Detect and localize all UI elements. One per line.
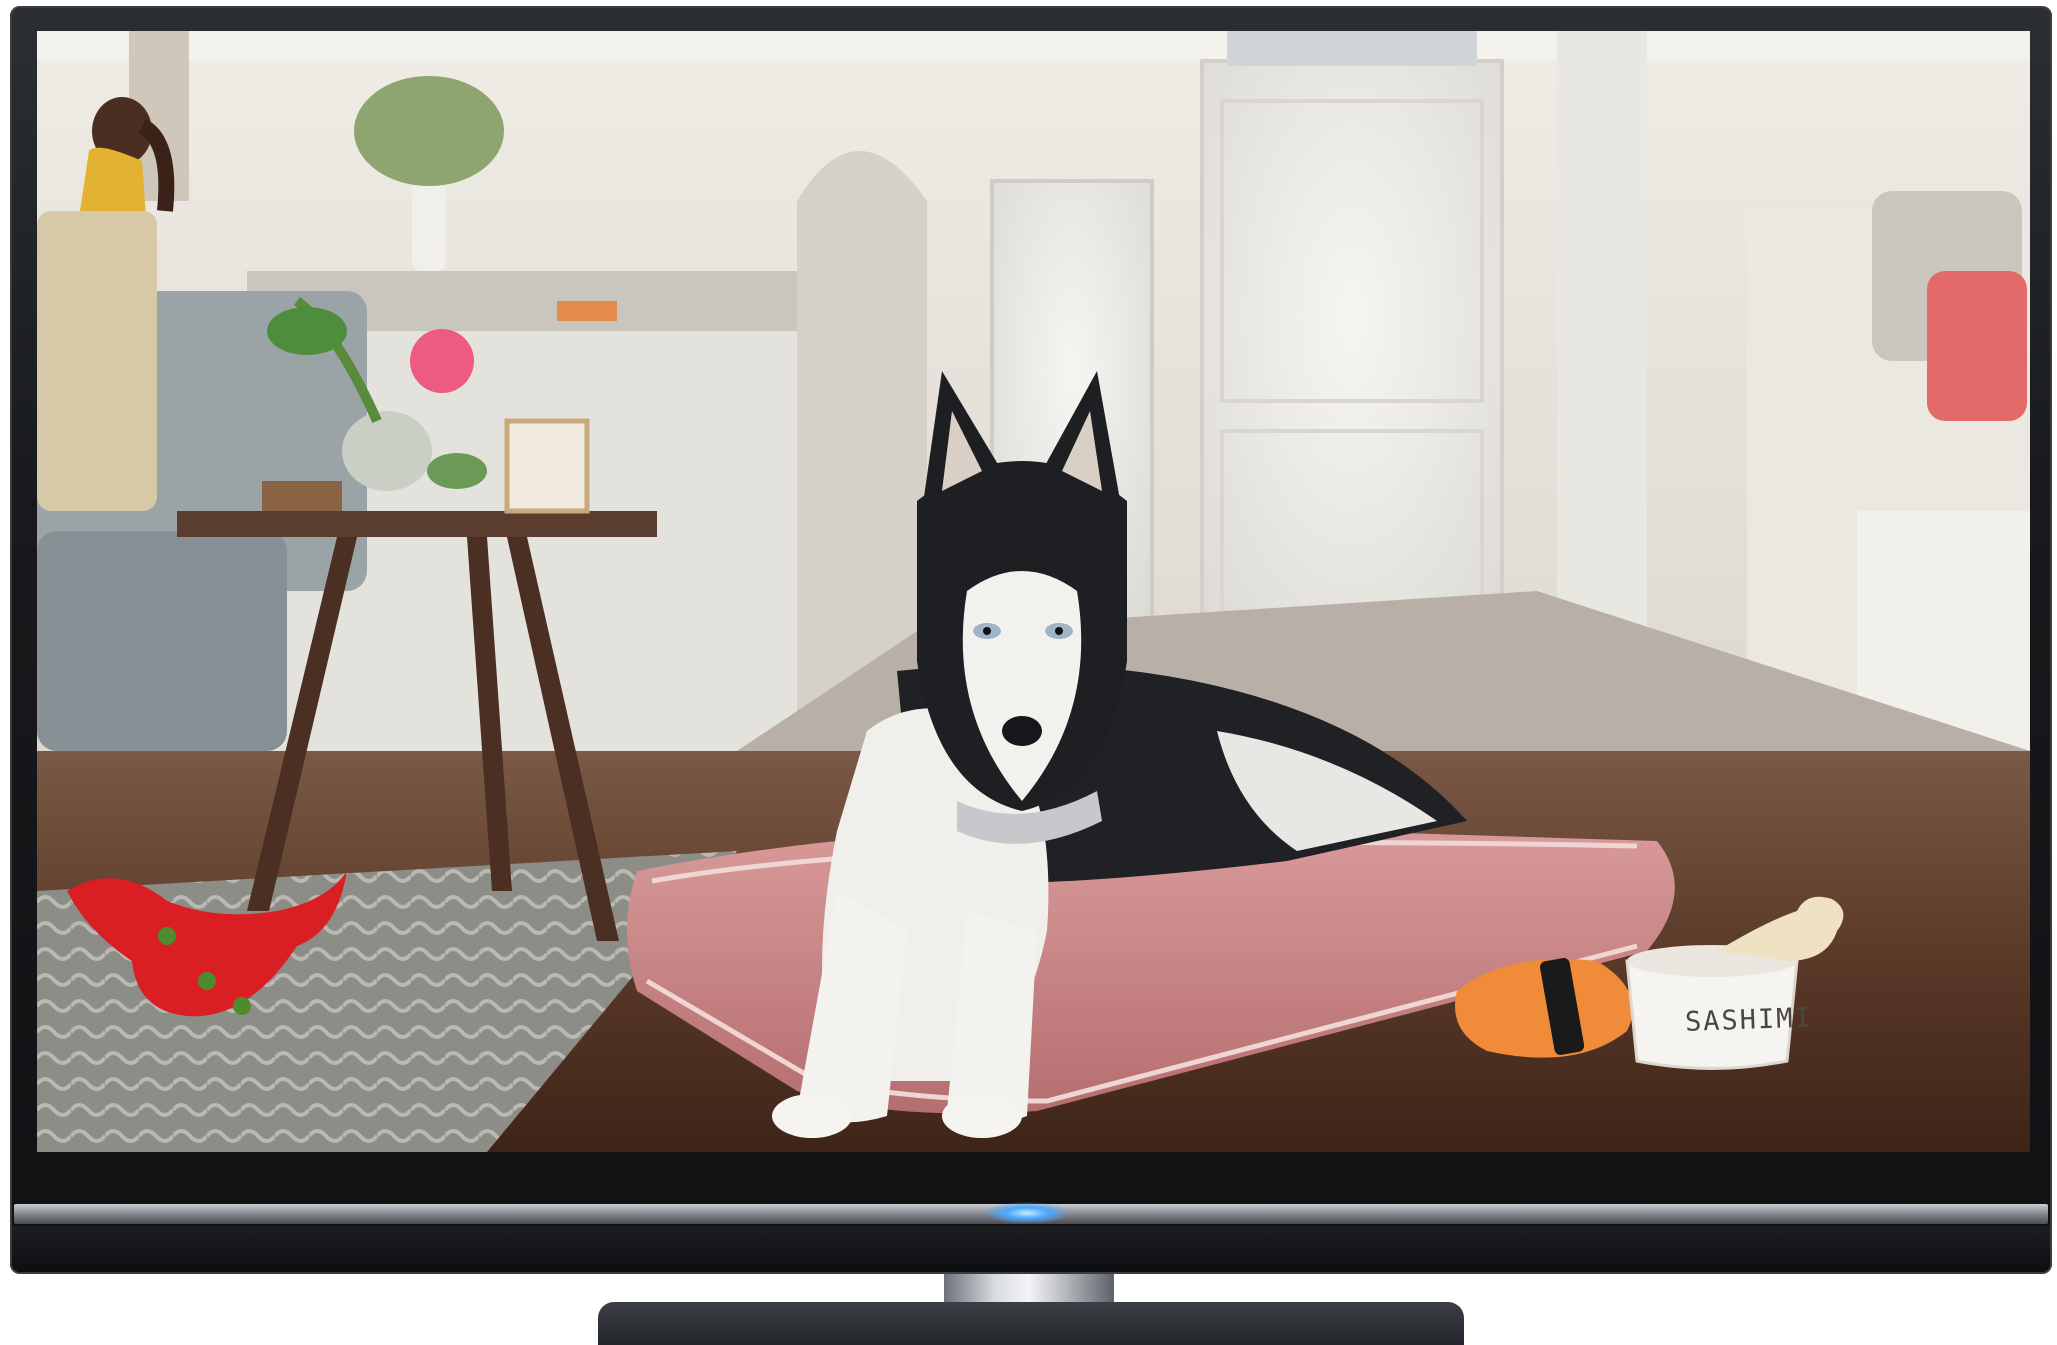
living-room-scene [37,31,2030,1152]
tv-stand-base [598,1302,1464,1345]
television: SASHIMI [0,0,2057,1345]
sashimi-bowl-label: SASHIMI [1684,1002,1814,1038]
window-panes [1227,31,1477,66]
tv-lower-bezel [12,1226,2050,1272]
power-led-icon [985,1202,1069,1224]
tv-screen: SASHIMI [37,31,2030,1152]
pillow-floral [1927,271,2027,421]
ceiling [37,31,2030,61]
fruit-bowl [557,301,617,321]
